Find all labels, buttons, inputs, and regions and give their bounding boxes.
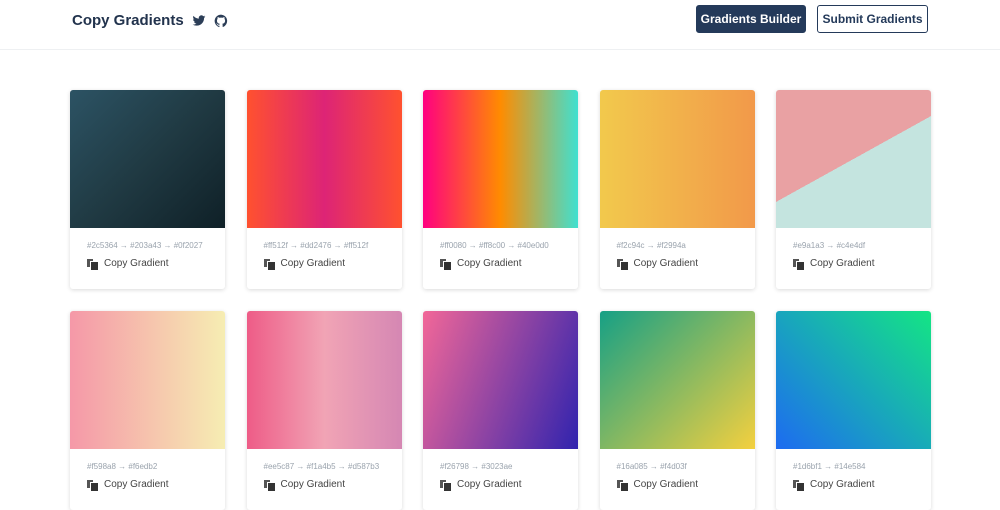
copy-icon <box>263 258 275 270</box>
copy-icon <box>793 479 804 491</box>
gradients-builder-button[interactable]: Gradients Builder <box>696 5 806 33</box>
gradient-card: #2c5364 → #203a43 → #0f2027 Copy Gradien… <box>70 90 225 289</box>
copy-gradient-button[interactable]: Copy Gradient <box>70 258 225 270</box>
gradient-card: #f2c94c → #f2994a Copy Gradient <box>599 90 755 289</box>
github-icon[interactable] <box>214 14 228 28</box>
copy-gradient-button[interactable]: Copy Gradient <box>776 479 931 491</box>
gradient-codes: #f26798 → #3023ae <box>440 462 513 471</box>
gradient-swatch[interactable] <box>423 311 578 449</box>
brand: Copy Gradients <box>72 12 228 29</box>
copy-icon <box>616 479 628 491</box>
copy-gradient-button[interactable]: Copy Gradient <box>423 258 578 270</box>
gradient-codes: #f598a8 → #f6edb2 <box>87 462 158 471</box>
gradient-swatch[interactable] <box>70 90 225 228</box>
copy-gradient-label: Copy Gradient <box>633 479 698 490</box>
submit-gradients-button[interactable]: Submit Gradients <box>817 5 928 33</box>
gradient-codes: #ff512f → #dd2476 → #ff512f <box>263 241 369 250</box>
gradient-swatch[interactable] <box>599 90 755 228</box>
gradient-codes: #e9a1a3 → #c4e4df <box>793 241 866 250</box>
gradient-codes: #2c5364 → #203a43 → #0f2027 <box>87 241 203 250</box>
gradient-codes: #ff0080 → #ff8c00 → #40e0d0 <box>440 241 549 250</box>
copy-icon <box>87 479 98 491</box>
copy-gradient-label: Copy Gradient <box>104 258 169 269</box>
copy-gradient-button[interactable]: Copy Gradient <box>423 479 578 491</box>
gradient-swatch[interactable] <box>776 90 931 228</box>
gradient-codes: #16a085 → #f4d03f <box>616 462 687 471</box>
gradient-grid: #2c5364 → #203a43 → #0f2027 Copy Gradien… <box>70 90 931 510</box>
copy-gradient-button[interactable]: Copy Gradient <box>600 258 755 270</box>
copy-gradient-label: Copy Gradient <box>104 479 169 490</box>
gradient-swatch[interactable] <box>246 311 402 449</box>
site-title[interactable]: Copy Gradients <box>72 12 184 29</box>
copy-gradient-label: Copy Gradient <box>633 258 698 269</box>
gradient-swatch[interactable] <box>776 311 931 449</box>
twitter-icon[interactable] <box>192 14 206 28</box>
copy-icon <box>263 479 275 491</box>
copy-gradient-button[interactable]: Copy Gradient <box>247 258 402 270</box>
gradient-codes: #1d6bf1 → #14e584 <box>793 462 866 471</box>
gradient-card: #ff512f → #dd2476 → #ff512f Copy Gradien… <box>246 90 402 289</box>
gradient-card: #f598a8 → #f6edb2 Copy Gradient <box>70 311 225 510</box>
copy-gradient-button[interactable]: Copy Gradient <box>776 258 931 270</box>
copy-gradient-label: Copy Gradient <box>280 258 345 269</box>
copy-icon <box>616 258 628 270</box>
gradient-swatch[interactable] <box>70 311 225 449</box>
header: Copy Gradients Gradients Builder Submit … <box>0 0 1000 50</box>
gradient-swatch[interactable] <box>246 90 402 228</box>
copy-gradient-button[interactable]: Copy Gradient <box>247 479 402 491</box>
copy-gradient-label: Copy Gradient <box>457 479 522 490</box>
copy-icon <box>440 258 451 270</box>
copy-gradient-label: Copy Gradient <box>457 258 522 269</box>
gradient-card: #e9a1a3 → #c4e4df Copy Gradient <box>776 90 931 289</box>
gradient-card: #16a085 → #f4d03f Copy Gradient <box>599 311 755 510</box>
copy-gradient-button[interactable]: Copy Gradient <box>70 479 225 491</box>
gradient-card: #ee5c87 → #f1a4b5 → #d587b3 Copy Gradien… <box>246 311 402 510</box>
gradient-card: #ff0080 → #ff8c00 → #40e0d0 Copy Gradien… <box>423 90 578 289</box>
gradient-swatch[interactable] <box>423 90 578 228</box>
copy-gradient-button[interactable]: Copy Gradient <box>600 479 755 491</box>
copy-gradient-label: Copy Gradient <box>280 479 345 490</box>
gradient-codes: #ee5c87 → #f1a4b5 → #d587b3 <box>263 462 380 471</box>
copy-icon <box>793 258 804 270</box>
gradient-swatch[interactable] <box>599 311 755 449</box>
copy-icon <box>440 479 451 491</box>
copy-icon <box>87 258 98 270</box>
copy-gradient-label: Copy Gradient <box>810 479 875 490</box>
gradient-card: #1d6bf1 → #14e584 Copy Gradient <box>776 311 931 510</box>
gradient-codes: #f2c94c → #f2994a <box>616 241 686 250</box>
gradient-card: #f26798 → #3023ae Copy Gradient <box>423 311 578 510</box>
copy-gradient-label: Copy Gradient <box>810 258 875 269</box>
